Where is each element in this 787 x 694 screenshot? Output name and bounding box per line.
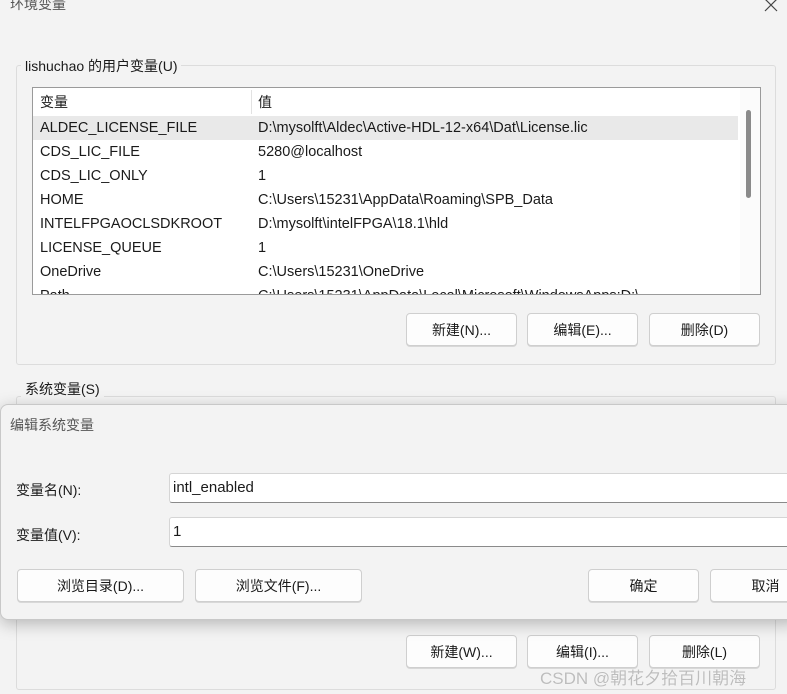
column-header-value[interactable]: 值 xyxy=(258,88,272,116)
ok-button[interactable]: 确定 xyxy=(588,569,699,602)
table-row[interactable]: HOME C:\Users\15231\AppData\Roaming\SPB_… xyxy=(33,188,738,212)
window-title: 环境变量 xyxy=(10,0,66,12)
cancel-button[interactable]: 取消 xyxy=(710,569,787,602)
table-row[interactable]: Path C:\Users\15231\AppData\Local\Micros… xyxy=(33,284,738,294)
var-value: D:\mysolft\Aldec\Active-HDL-12-x64\Dat\L… xyxy=(258,120,588,136)
var-name-label: 变量名(N): xyxy=(16,482,82,498)
system-new-button[interactable]: 新建(W)... xyxy=(406,635,517,668)
var-name: Path xyxy=(40,284,70,294)
system-vars-label: 系统变量(S) xyxy=(21,379,104,399)
user-edit-button[interactable]: 编辑(E)... xyxy=(527,313,638,346)
dialog-titlebar[interactable] xyxy=(1,405,787,443)
user-new-button[interactable]: 新建(N)... xyxy=(406,313,517,346)
user-delete-button[interactable]: 删除(D) xyxy=(649,313,760,346)
table-row[interactable]: CDS_LIC_ONLY 1 xyxy=(33,164,738,188)
var-value: C:\Users\15231\OneDrive xyxy=(258,264,425,280)
var-value-label: 变量值(V): xyxy=(16,527,81,543)
edit-system-variable-dialog: 编辑系统变量 变量名(N): intl_enabled 变量值(V): 1 浏览… xyxy=(0,404,787,620)
browse-directory-button[interactable]: 浏览目录(D)... xyxy=(17,569,184,602)
var-value: D:\mysolft\intelFPGA\18.1\hld xyxy=(258,216,449,232)
var-name: ALDEC_LICENSE_FILE xyxy=(40,120,198,136)
table-row[interactable]: CDS_LIC_FILE 5280@localhost xyxy=(33,140,738,164)
var-value: C:\Users\15231\AppData\Roaming\SPB_Data xyxy=(258,192,553,208)
column-divider[interactable] xyxy=(251,90,252,114)
table-row[interactable]: ALDEC_LICENSE_FILE D:\mysolft\Aldec\Acti… xyxy=(33,116,738,140)
table-row[interactable]: LICENSE_QUEUE 1 xyxy=(33,236,738,260)
var-name: INTELFPGAOCLSDKROOT xyxy=(40,216,223,232)
scrollbar-thumb[interactable] xyxy=(746,110,751,198)
user-vars-label: lishuchao 的用户变量(U) xyxy=(21,56,182,76)
var-name: LICENSE_QUEUE xyxy=(40,240,162,256)
var-value: 1 xyxy=(258,240,267,256)
close-icon[interactable] xyxy=(762,0,780,14)
var-name: CDS_LIC_ONLY xyxy=(40,168,148,184)
var-value: 5280@localhost xyxy=(258,144,363,160)
table-row[interactable]: OneDrive C:\Users\15231\OneDrive xyxy=(33,260,738,284)
var-name: CDS_LIC_FILE xyxy=(40,144,140,160)
var-value: 1 xyxy=(258,168,267,184)
dialog-title: 编辑系统变量 xyxy=(10,417,94,433)
user-vars-list[interactable]: 变量 值 ALDEC_LICENSE_FILE D:\mysolft\Aldec… xyxy=(32,87,761,295)
table-row[interactable]: INTELFPGAOCLSDKROOT D:\mysolft\intelFPGA… xyxy=(33,212,738,236)
browse-file-button[interactable]: 浏览文件(F)... xyxy=(195,569,362,602)
var-name: HOME xyxy=(40,192,84,208)
var-value: C:\Users\15231\AppData\Local\Microsoft\W… xyxy=(258,284,651,294)
column-header-name[interactable]: 变量 xyxy=(40,88,68,116)
var-name: OneDrive xyxy=(40,264,102,280)
list-header: 变量 值 xyxy=(33,88,738,116)
var-name-field[interactable]: intl_enabled xyxy=(169,473,787,503)
var-value-field[interactable]: 1 xyxy=(169,517,787,547)
watermark: CSDN @朝花夕拾百川朝海 xyxy=(540,669,747,688)
